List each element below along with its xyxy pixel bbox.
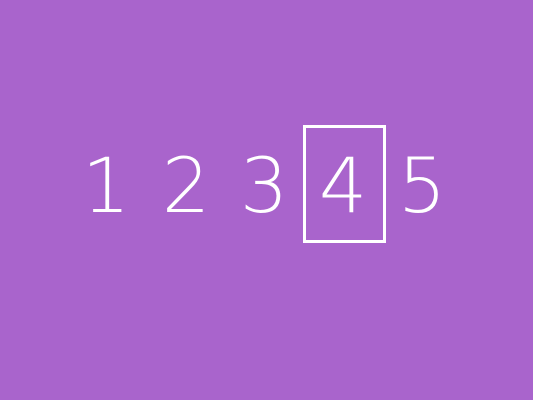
screen: 1 2 3 4 5 [0, 0, 533, 400]
digit-3[interactable]: 3 [236, 140, 292, 232]
digit-5[interactable]: 5 [394, 140, 450, 232]
digit-2[interactable]: 2 [158, 140, 214, 232]
digit-4-selected[interactable]: 4 [315, 140, 371, 232]
digit-1[interactable]: 1 [78, 140, 134, 232]
